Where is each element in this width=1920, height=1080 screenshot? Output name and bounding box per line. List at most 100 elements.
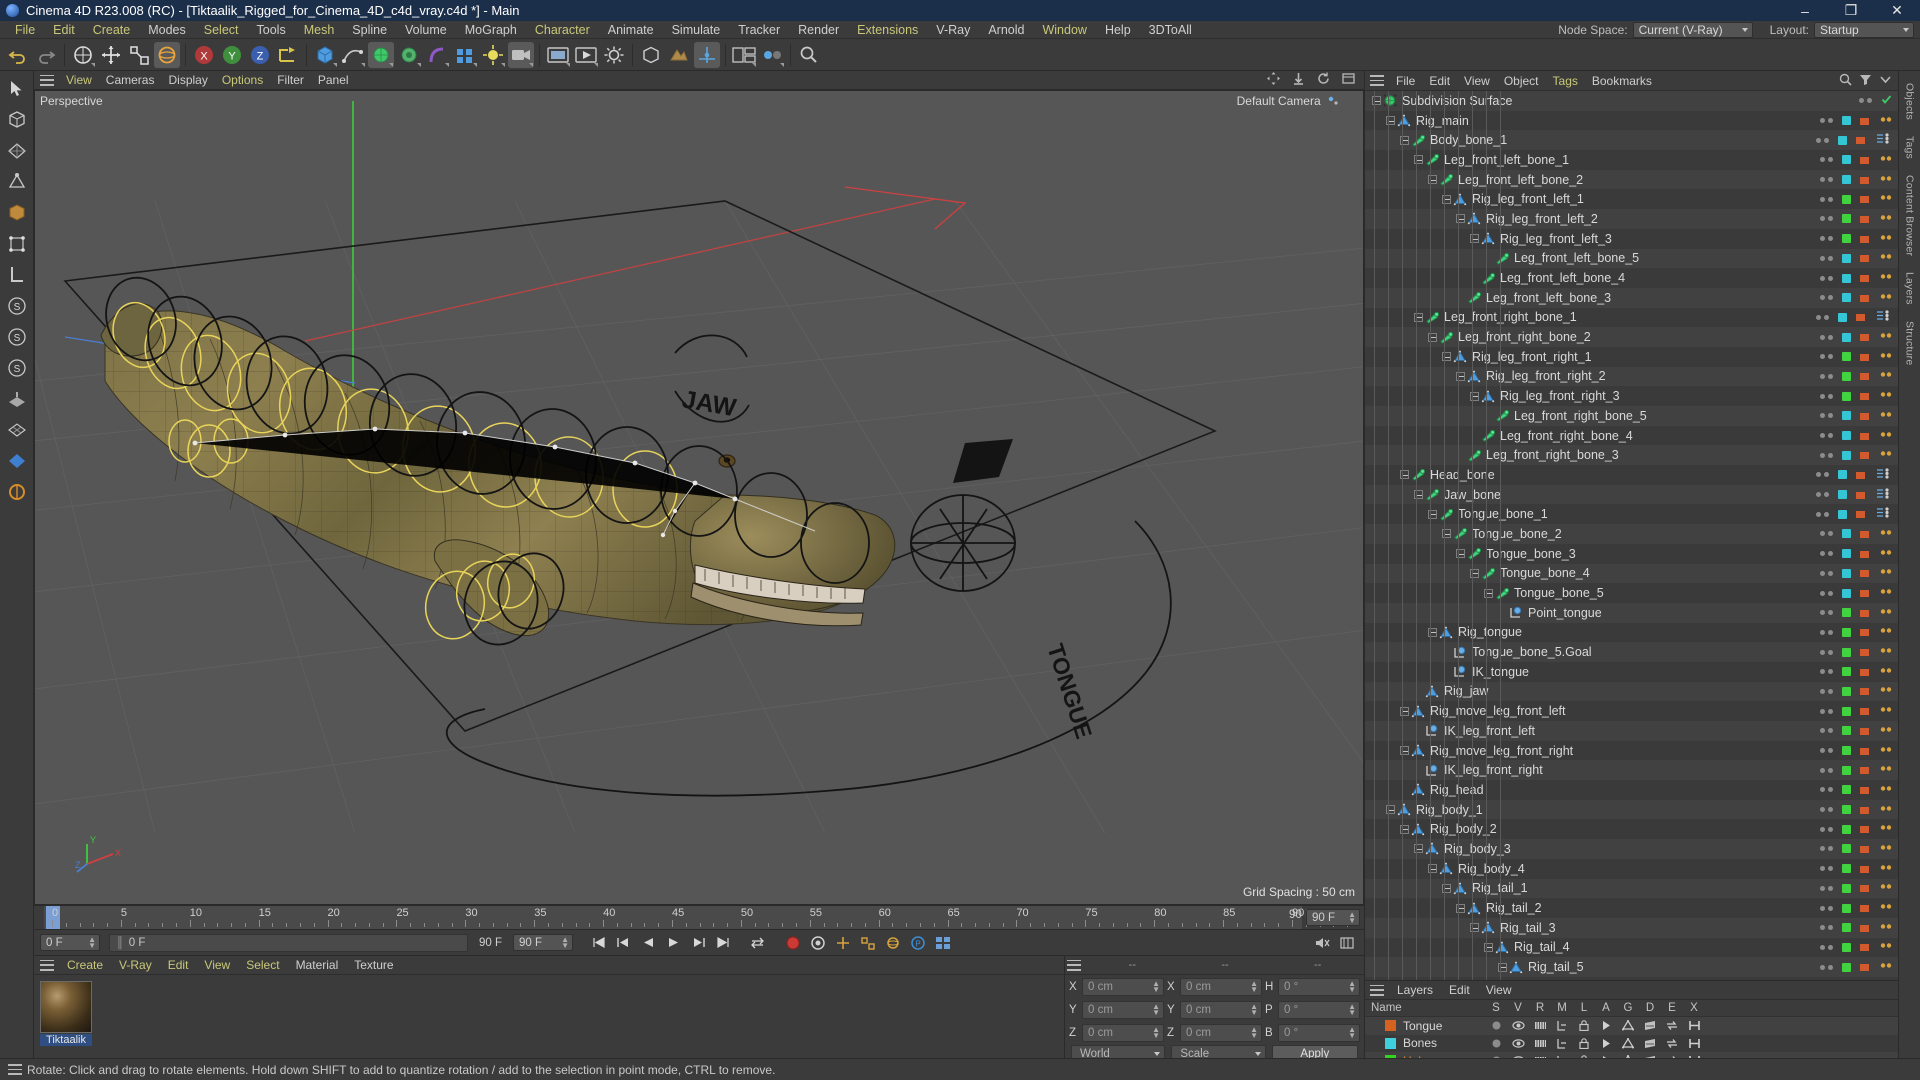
tag-ik-icon[interactable] bbox=[1880, 704, 1892, 718]
menu-item-panel[interactable]: Panel bbox=[311, 73, 356, 87]
polygon-palette-icon[interactable] bbox=[3, 137, 31, 165]
object-filter-icon[interactable] bbox=[1859, 73, 1872, 89]
tag-ik-icon[interactable] bbox=[1880, 114, 1892, 128]
tag-protection-icon[interactable] bbox=[1860, 901, 1869, 915]
tag-checkmark-icon[interactable] bbox=[1881, 94, 1892, 108]
layer-toggle-a[interactable] bbox=[1595, 1038, 1617, 1049]
coordinate-input[interactable]: 0 cm ▲ ▼ bbox=[1082, 977, 1164, 996]
tag-layer-green[interactable] bbox=[1842, 942, 1851, 952]
3d-viewport[interactable]: Perspective Default Camera Grid Spacing … bbox=[34, 90, 1364, 905]
tag-protection-icon[interactable] bbox=[1860, 783, 1869, 797]
tag-protection-icon[interactable] bbox=[1860, 251, 1869, 265]
object-tags[interactable] bbox=[1820, 251, 1892, 265]
tag-layer-cyan[interactable] bbox=[1842, 549, 1851, 559]
layer-toggle-x[interactable] bbox=[1683, 1020, 1705, 1031]
coordinate-input[interactable]: 0 cm ▲ ▼ bbox=[1082, 1000, 1164, 1019]
tag-ik-icon[interactable] bbox=[1880, 665, 1892, 679]
object-visibility-dots[interactable] bbox=[1820, 334, 1833, 340]
viewport-hamburger-icon[interactable] bbox=[40, 74, 54, 86]
mute-sound-button[interactable] bbox=[1311, 933, 1333, 953]
tag-protection-icon[interactable] bbox=[1860, 625, 1869, 639]
tag-layer-green[interactable] bbox=[1842, 234, 1851, 244]
tag-ik-icon[interactable] bbox=[1880, 586, 1892, 600]
object-tags[interactable] bbox=[1820, 429, 1892, 443]
preview-range-bar[interactable]: ║ 0 F bbox=[109, 933, 468, 952]
object-visibility-dots[interactable] bbox=[1820, 354, 1833, 360]
object-tags[interactable] bbox=[1820, 803, 1892, 817]
menu-item-render[interactable]: Render bbox=[789, 21, 848, 39]
tag-protection-icon[interactable] bbox=[1860, 822, 1869, 836]
tag-protection-icon[interactable] bbox=[1856, 468, 1865, 482]
previous-keyframe-button[interactable] bbox=[612, 933, 634, 953]
tag-ik-icon[interactable] bbox=[1880, 625, 1892, 639]
tag-protection-icon[interactable] bbox=[1860, 842, 1869, 856]
coordinate-field-size[interactable]: X 0 cm ▲ ▼ bbox=[1167, 977, 1262, 996]
object-visibility-dots[interactable] bbox=[1820, 610, 1833, 616]
tag-protection-icon[interactable] bbox=[1860, 940, 1869, 954]
tag-protection-icon[interactable] bbox=[1860, 921, 1869, 935]
mesh-checker-icon[interactable] bbox=[3, 416, 31, 444]
object-visibility-dots[interactable] bbox=[1820, 925, 1833, 931]
object-visibility-dots[interactable] bbox=[1820, 196, 1833, 202]
object-manager-tree[interactable]: Subdivision Surface Rig_main Body_bone_1 Le… bbox=[1365, 91, 1898, 980]
object-tags[interactable] bbox=[1820, 212, 1892, 226]
light-button[interactable] bbox=[480, 42, 506, 68]
object-tags[interactable] bbox=[1820, 763, 1892, 777]
tag-layer-cyan[interactable] bbox=[1842, 155, 1851, 165]
object-tags[interactable] bbox=[1816, 133, 1892, 147]
menu-item-display[interactable]: Display bbox=[161, 73, 214, 87]
object-tags[interactable] bbox=[1820, 921, 1892, 935]
coordinate-field-position[interactable]: X 0 cm ▲ ▼ bbox=[1069, 977, 1164, 996]
object-manager-icons[interactable] bbox=[1839, 73, 1898, 89]
tag-protection-icon[interactable] bbox=[1860, 586, 1869, 600]
menu-item-create[interactable]: Create bbox=[84, 21, 140, 39]
menu-item-volume[interactable]: Volume bbox=[396, 21, 456, 39]
object-tags[interactable] bbox=[1820, 547, 1892, 561]
tag-layer-green[interactable] bbox=[1842, 883, 1851, 893]
dolly-view-icon[interactable] bbox=[1291, 71, 1306, 89]
menu-item-tags[interactable]: Tags bbox=[1546, 74, 1585, 88]
tag-protection-icon[interactable] bbox=[1860, 429, 1869, 443]
menu-item-spline[interactable]: Spline bbox=[343, 21, 396, 39]
tag-ik-icon[interactable] bbox=[1880, 901, 1892, 915]
menu-item-3dtoall[interactable]: 3DToAll bbox=[1140, 21, 1201, 39]
close-button[interactable]: ✕ bbox=[1874, 0, 1920, 21]
play-forward-button[interactable] bbox=[662, 933, 684, 953]
coordinate-input[interactable]: 0 ° ▲ ▼ bbox=[1278, 1000, 1360, 1019]
object-tags[interactable] bbox=[1820, 842, 1892, 856]
object-tags[interactable] bbox=[1820, 625, 1892, 639]
object-visibility-dots[interactable] bbox=[1820, 866, 1833, 872]
viewport-nav-icons[interactable] bbox=[1266, 71, 1364, 89]
menu-item-animate[interactable]: Animate bbox=[599, 21, 663, 39]
tag-layer-green[interactable] bbox=[1842, 864, 1851, 874]
object-visibility-dots[interactable] bbox=[1820, 649, 1833, 655]
object-tags[interactable] bbox=[1820, 704, 1892, 718]
tag-layer-cyan[interactable] bbox=[1842, 411, 1851, 421]
vertical-tab-structure[interactable]: Structure bbox=[1902, 313, 1918, 373]
object-visibility-dots[interactable] bbox=[1820, 688, 1833, 694]
tag-layer-cyan[interactable] bbox=[1842, 431, 1851, 441]
scale-tool-button[interactable] bbox=[126, 42, 152, 68]
object-tags[interactable] bbox=[1820, 271, 1892, 285]
tag-layer-green[interactable] bbox=[1842, 686, 1851, 696]
redo-button[interactable] bbox=[33, 42, 59, 68]
menu-item-options[interactable]: Options bbox=[215, 73, 270, 87]
layout-select[interactable]: Startup bbox=[1814, 21, 1914, 38]
cube-palette-icon[interactable] bbox=[3, 106, 31, 134]
node-space-select[interactable]: Current (V-Ray) bbox=[1632, 21, 1753, 38]
object-tags[interactable] bbox=[1820, 389, 1892, 403]
tag-ik-icon[interactable] bbox=[1880, 429, 1892, 443]
box-palette-icon[interactable] bbox=[3, 199, 31, 227]
tag-ik-icon[interactable] bbox=[1880, 606, 1892, 620]
tag-protection-icon[interactable] bbox=[1856, 507, 1865, 521]
menu-item-filter[interactable]: Filter bbox=[270, 73, 311, 87]
tag-protection-icon[interactable] bbox=[1860, 409, 1869, 423]
menu-item-file[interactable]: File bbox=[6, 21, 44, 39]
tag-protection-icon[interactable] bbox=[1860, 665, 1869, 679]
live-selection-palette-icon[interactable] bbox=[3, 75, 31, 103]
tag-layer-cyan[interactable] bbox=[1838, 470, 1847, 480]
tag-protection-icon[interactable] bbox=[1860, 369, 1869, 383]
object-visibility-dots[interactable] bbox=[1820, 826, 1833, 832]
menu-item-window[interactable]: Window bbox=[1033, 21, 1095, 39]
object-tags[interactable] bbox=[1820, 783, 1892, 797]
